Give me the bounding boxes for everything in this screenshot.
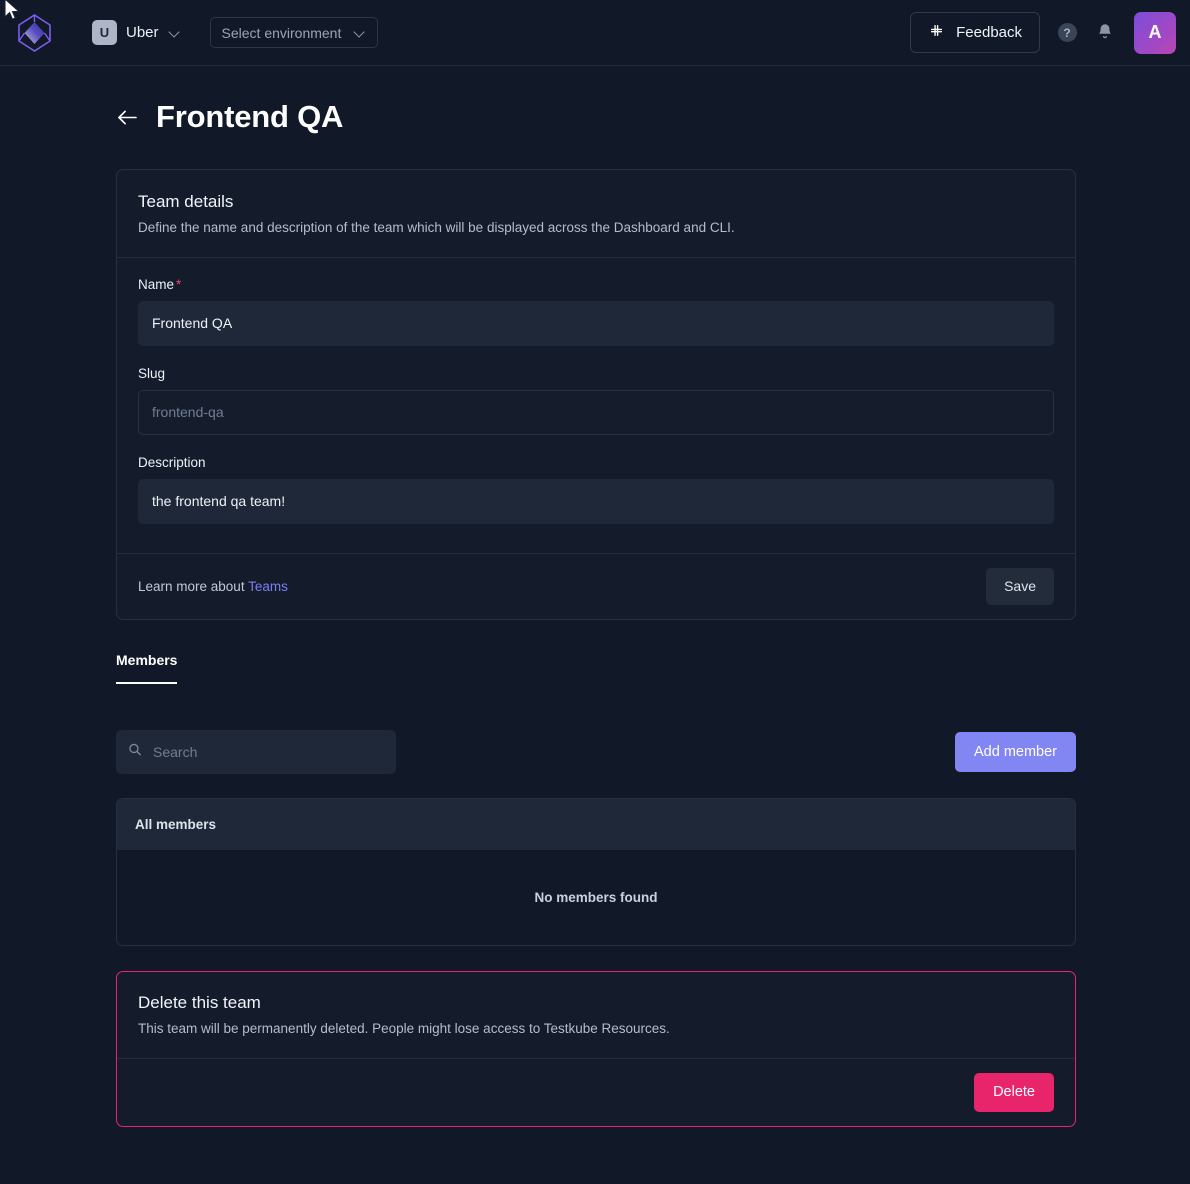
members-table-header: All members [117,798,1075,850]
members-table: All members No members found [116,797,1076,946]
delete-button[interactable]: Delete [974,1072,1054,1112]
description-input[interactable] [138,478,1054,524]
page-header: Frontend QA [0,66,1190,135]
arrow-left-icon[interactable] [116,106,138,128]
team-details-title: Team details [138,192,234,211]
name-input[interactable] [138,300,1054,346]
delete-team-header: Delete this team This team will be perma… [117,972,1075,1058]
team-details-card: Team details Define the name and descrip… [116,169,1076,620]
page-content: Team details Define the name and descrip… [0,135,1190,1127]
name-label-text: Name [138,276,175,292]
org-avatar: U [92,20,117,45]
help-circle-icon: ? [1057,23,1077,42]
slug-field-group: Slug [138,366,1054,435]
name-field-label: Name * [138,277,1054,292]
search-input[interactable] [116,729,396,774]
help-button[interactable]: ? [1056,22,1078,44]
top-navigation-bar: U Uber Select environment Feedback ? A [0,0,1190,66]
learn-more-text: Learn more about Teams [138,579,288,594]
save-button[interactable]: Save [986,567,1054,605]
description-field-group: Description [138,455,1054,524]
teams-link[interactable]: Teams [248,579,288,594]
delete-team-title: Delete this team [138,992,261,1012]
learn-more-prefix: Learn more about [138,578,249,594]
required-marker: * [176,276,182,292]
notifications-button[interactable] [1094,22,1116,44]
environment-select[interactable]: Select environment [209,17,379,48]
search-box [116,729,396,774]
org-name-label: Uber [126,24,159,41]
feedback-button[interactable]: Feedback [910,12,1040,53]
tab-members[interactable]: Members [116,652,178,684]
chevron-down-icon [355,27,366,38]
name-field-group: Name * [138,277,1054,346]
testkube-cube-logo-icon[interactable] [8,7,60,59]
slack-icon [928,22,945,43]
org-switcher[interactable]: U Uber [86,16,189,49]
members-toolbar: Add member [116,729,1076,774]
team-details-form: Name* Slug Description [117,258,1075,553]
tab-bar: Members [116,652,1076,684]
page-container: Frontend QA Team details Define the name… [0,66,1190,1127]
slug-input[interactable] [138,389,1054,435]
environment-select-label: Select environment [221,24,342,41]
members-empty-state: No members found [534,889,658,905]
delete-team-subtitle: This team will be permanently deleted. P… [138,1020,670,1036]
feedback-button-label: Feedback [956,24,1022,41]
top-bar-actions: Feedback ? A [910,11,1176,54]
chevron-down-icon [170,27,181,38]
team-details-footer: Learn more about Teams Save [117,554,1075,619]
team-details-header: Team details Define the name and descrip… [117,170,1075,257]
add-member-button[interactable]: Add member [954,731,1076,772]
bell-icon [1097,22,1113,43]
user-avatar[interactable]: A [1134,11,1176,54]
slug-field-label: Slug [138,365,166,381]
delete-team-footer: Delete [117,1059,1075,1126]
description-field-label: Description [138,454,206,470]
page-title: Frontend QA [156,99,344,134]
team-details-subtitle: Define the name and description of the t… [138,220,735,235]
delete-team-card: Delete this team This team will be perma… [116,970,1076,1127]
